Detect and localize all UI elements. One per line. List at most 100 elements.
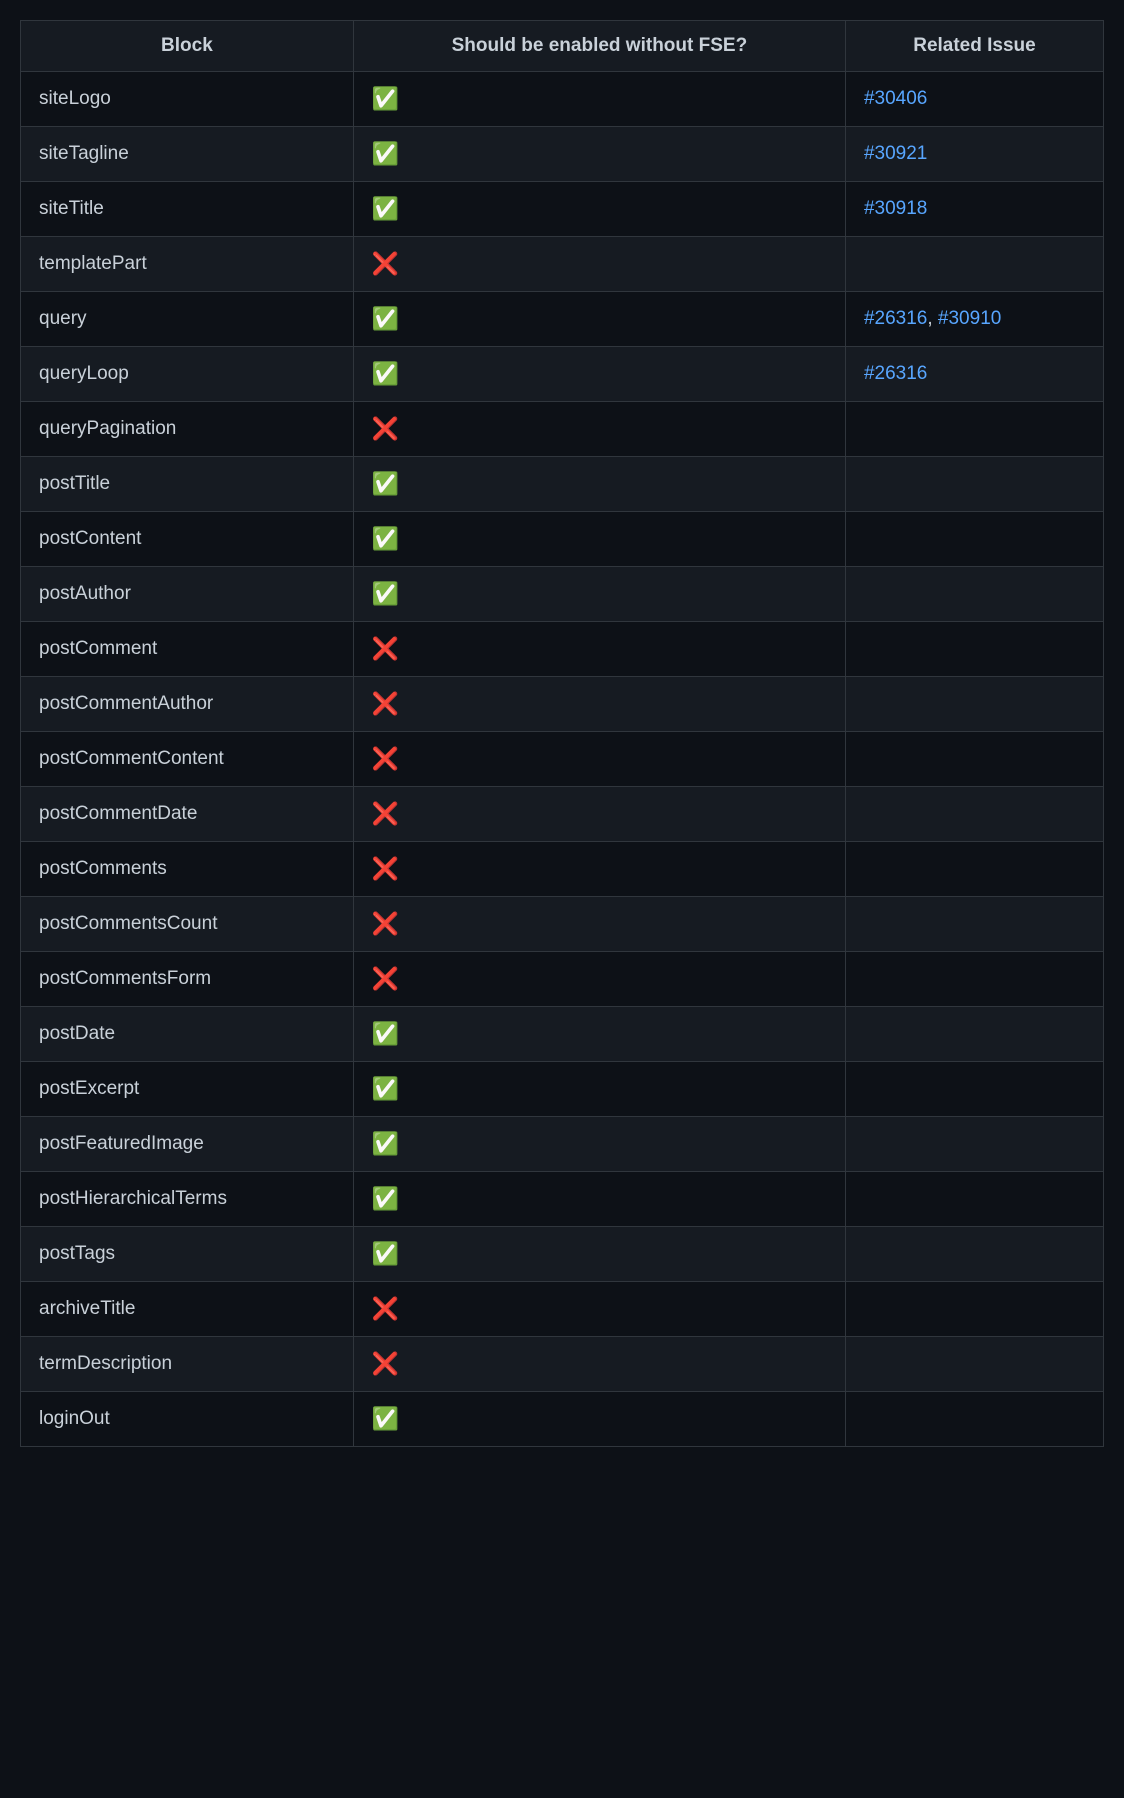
table-row: siteLogo✅ #30406 — [21, 72, 1104, 127]
related-issue-cell — [845, 1172, 1103, 1227]
check-icon: ✅ — [353, 1172, 845, 1227]
related-issue-cell — [845, 1282, 1103, 1337]
table-row: postContent✅ — [21, 512, 1104, 567]
table-row: termDescription❌ — [21, 1337, 1104, 1392]
table-row: postTitle✅ — [21, 457, 1104, 512]
block-name: postTitle — [21, 457, 354, 512]
check-icon: ✅ — [353, 1062, 845, 1117]
block-name: termDescription — [21, 1337, 354, 1392]
check-icon: ✅ — [353, 1227, 845, 1282]
table-row: queryLoop✅ #26316 — [21, 347, 1104, 402]
table-row: postHierarchicalTerms✅ — [21, 1172, 1104, 1227]
blocks-table: Block Should be enabled without FSE? Rel… — [20, 20, 1104, 1447]
block-name: queryLoop — [21, 347, 354, 402]
table-row: queryPagination❌ — [21, 402, 1104, 457]
check-icon: ✅ — [353, 182, 845, 237]
table-row: postCommentContent❌ — [21, 732, 1104, 787]
cross-icon: ❌ — [353, 237, 845, 292]
block-name: postAuthor — [21, 567, 354, 622]
issue-link[interactable]: #30921 — [864, 143, 927, 164]
related-issue-cell — [845, 512, 1103, 567]
table-row: postAuthor✅ — [21, 567, 1104, 622]
related-issue-cell — [845, 677, 1103, 732]
table-header-row: Block Should be enabled without FSE? Rel… — [21, 21, 1104, 72]
check-icon: ✅ — [353, 567, 845, 622]
related-issue-cell: #30918 — [845, 182, 1103, 237]
check-icon: ✅ — [353, 457, 845, 512]
check-icon: ✅ — [353, 1007, 845, 1062]
header-enabled: Should be enabled without FSE? — [353, 21, 845, 72]
block-name: postExcerpt — [21, 1062, 354, 1117]
block-name: postCommentsForm — [21, 952, 354, 1007]
related-issue-cell: #30921 — [845, 127, 1103, 182]
cross-icon: ❌ — [353, 677, 845, 732]
block-name: templatePart — [21, 237, 354, 292]
cross-icon: ❌ — [353, 402, 845, 457]
block-name: postCommentsCount — [21, 897, 354, 952]
issue-link[interactable]: #30910 — [938, 308, 1001, 329]
table-row: postCommentDate❌ — [21, 787, 1104, 842]
related-issue-cell — [845, 567, 1103, 622]
block-name: postHierarchicalTerms — [21, 1172, 354, 1227]
cross-icon: ❌ — [353, 1337, 845, 1392]
table-row: siteTitle✅ #30918 — [21, 182, 1104, 237]
check-icon: ✅ — [353, 72, 845, 127]
related-issue-cell — [845, 1007, 1103, 1062]
table-row: query✅#26316, #30910 — [21, 292, 1104, 347]
related-issue-cell — [845, 897, 1103, 952]
check-icon: ✅ — [353, 347, 845, 402]
issue-link[interactable]: #26316 — [864, 308, 927, 329]
related-issue-cell — [845, 1227, 1103, 1282]
table-row: siteTagline✅ #30921 — [21, 127, 1104, 182]
block-name: siteTagline — [21, 127, 354, 182]
table-row: postFeaturedImage✅ — [21, 1117, 1104, 1172]
block-name: loginOut — [21, 1392, 354, 1447]
block-name: postCommentDate — [21, 787, 354, 842]
table-row: postDate✅ — [21, 1007, 1104, 1062]
issue-link[interactable]: #26316 — [864, 363, 927, 384]
cross-icon: ❌ — [353, 842, 845, 897]
related-issue-cell — [845, 1392, 1103, 1447]
issue-separator: , — [927, 308, 938, 329]
table-row: postCommentsCount❌ — [21, 897, 1104, 952]
table-row: postExcerpt✅ — [21, 1062, 1104, 1117]
related-issue-cell — [845, 402, 1103, 457]
issue-link[interactable]: #30406 — [864, 88, 927, 109]
block-name: siteLogo — [21, 72, 354, 127]
block-name: postTags — [21, 1227, 354, 1282]
related-issue-cell — [845, 787, 1103, 842]
table-row: postTags✅ — [21, 1227, 1104, 1282]
block-name: postContent — [21, 512, 354, 567]
related-issue-cell — [845, 1062, 1103, 1117]
cross-icon: ❌ — [353, 622, 845, 677]
block-name: postCommentContent — [21, 732, 354, 787]
block-name: siteTitle — [21, 182, 354, 237]
check-icon: ✅ — [353, 1117, 845, 1172]
related-issue-cell — [845, 1117, 1103, 1172]
table-row: postComment❌ — [21, 622, 1104, 677]
related-issue-cell — [845, 952, 1103, 1007]
cross-icon: ❌ — [353, 897, 845, 952]
cross-icon: ❌ — [353, 952, 845, 1007]
related-issue-cell — [845, 1337, 1103, 1392]
table-row: postCommentAuthor❌ — [21, 677, 1104, 732]
related-issue-cell — [845, 622, 1103, 677]
table-row: postCommentsForm❌ — [21, 952, 1104, 1007]
table-row: templatePart❌ — [21, 237, 1104, 292]
table-row: loginOut✅ — [21, 1392, 1104, 1447]
table-row: archiveTitle❌ — [21, 1282, 1104, 1337]
block-name: postComment — [21, 622, 354, 677]
check-icon: ✅ — [353, 292, 845, 347]
related-issue-cell — [845, 457, 1103, 512]
cross-icon: ❌ — [353, 787, 845, 842]
header-issue: Related Issue — [845, 21, 1103, 72]
check-icon: ✅ — [353, 127, 845, 182]
block-name: queryPagination — [21, 402, 354, 457]
block-name: postComments — [21, 842, 354, 897]
check-icon: ✅ — [353, 1392, 845, 1447]
issue-link[interactable]: #30918 — [864, 198, 927, 219]
table-row: postComments❌ — [21, 842, 1104, 897]
related-issue-cell: #26316 — [845, 347, 1103, 402]
block-name: postDate — [21, 1007, 354, 1062]
block-name: postCommentAuthor — [21, 677, 354, 732]
